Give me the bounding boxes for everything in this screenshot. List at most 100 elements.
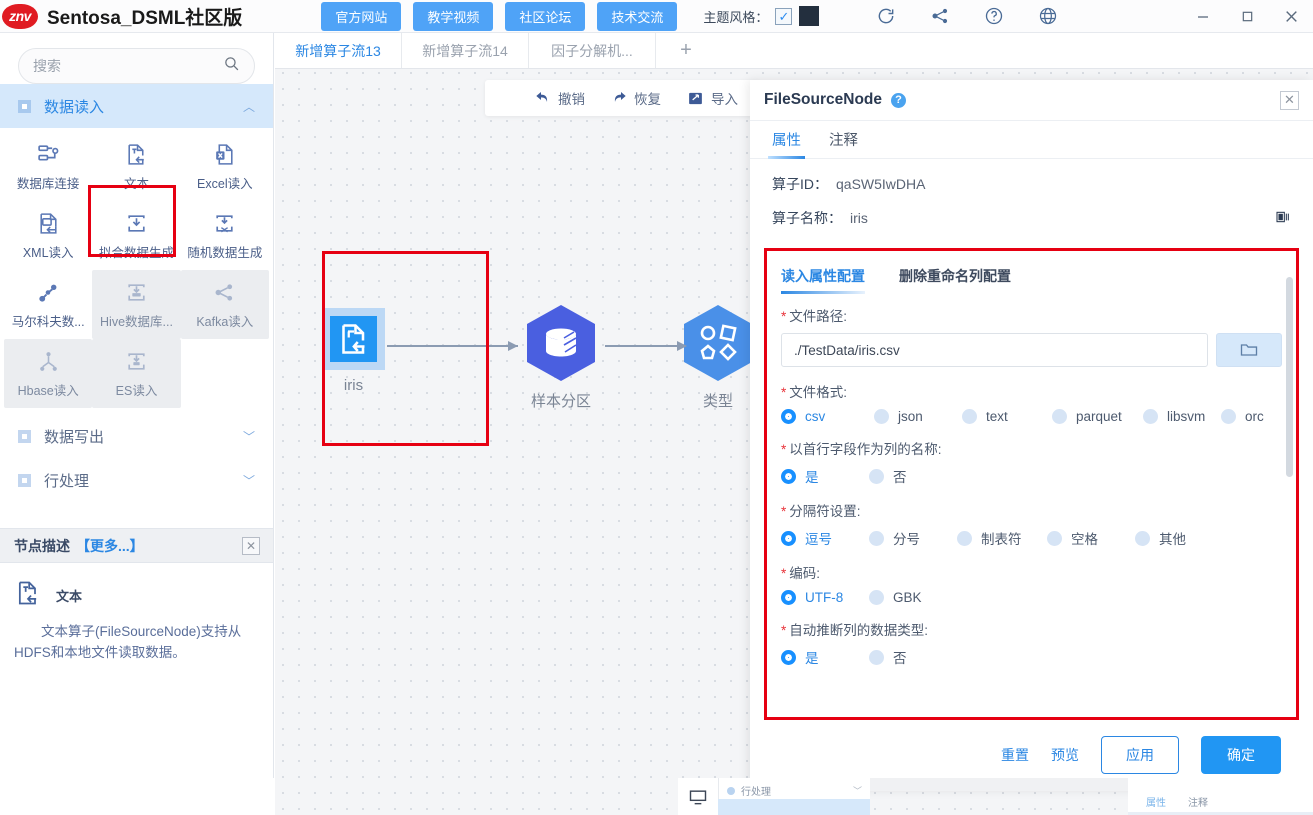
radio-encoding-utf8[interactable]: UTF-8 (781, 590, 869, 605)
operator-name-value: iris (850, 210, 868, 226)
canvas-node-sample-partition[interactable]: 样本分区 (525, 303, 597, 411)
radio-delimiter-tab[interactable]: 制表符 (957, 528, 1047, 548)
radio-format-orc[interactable]: orc (1221, 409, 1264, 424)
reset-button[interactable]: 重置 (1001, 745, 1029, 765)
share-nodes-icon[interactable] (929, 5, 951, 27)
operator-kafka-read[interactable]: Kafka读入 (180, 270, 269, 339)
fit-data-icon (124, 211, 149, 237)
chevron-down-icon[interactable]: ﹀ (853, 784, 862, 797)
radio-infer-yes[interactable]: 是 (781, 647, 869, 667)
tab-flow-14[interactable]: 新增算子流14 (402, 33, 529, 68)
radio-header-no[interactable]: 否 (869, 466, 907, 486)
radio-format-parquet[interactable]: parquet (1052, 409, 1143, 424)
peek-tab-attributes[interactable]: 属性 (1146, 794, 1166, 809)
radio-header-yes[interactable]: 是 (781, 466, 869, 486)
theme-color-swatch[interactable] (799, 6, 820, 26)
undo-button[interactable]: 撤销 (535, 88, 585, 108)
chevron-down-icon[interactable]: ﹀ (243, 428, 255, 445)
confirm-button[interactable]: 确定 (1201, 736, 1281, 774)
copy-icon[interactable] (1275, 209, 1291, 228)
chevron-up-icon[interactable]: ︿ (243, 98, 255, 115)
radio-format-csv[interactable]: csv (781, 409, 874, 424)
globe-icon[interactable] (1037, 5, 1059, 27)
browse-folder-button[interactable] (1216, 333, 1282, 367)
radio-delimiter-semicolon[interactable]: 分号 (869, 528, 957, 548)
operator-database-connect[interactable]: 数据库连接 (4, 132, 92, 201)
community-forum-button[interactable]: 社区论坛 (505, 1, 586, 31)
operator-es-read[interactable]: ES读入 (92, 339, 181, 408)
operator-random-data-gen[interactable]: 随机数据生成 (181, 201, 269, 270)
radio-format-libsvm[interactable]: libsvm (1143, 409, 1221, 424)
field-label: * 文件路径: (781, 305, 1282, 325)
search-icon[interactable] (223, 55, 240, 77)
operator-label: Kafka读入 (196, 314, 254, 329)
radio-infer-no[interactable]: 否 (869, 647, 907, 667)
search-box[interactable] (18, 48, 255, 84)
file-path-input[interactable] (781, 333, 1208, 367)
preview-button[interactable]: 预览 (1051, 745, 1079, 765)
field-label: * 以首行字段作为列的名称: (781, 438, 1282, 458)
canvas-node-iris[interactable]: iris (322, 308, 385, 394)
help-circle-icon[interactable]: ? (891, 92, 906, 108)
radio-delimiter-space[interactable]: 空格 (1047, 528, 1135, 548)
import-button[interactable]: 导入 (687, 88, 738, 108)
node-description-more-link[interactable]: 【更多...】 (76, 536, 144, 556)
operator-hbase-read[interactable]: Hbase读入 (4, 339, 93, 408)
radio-label: text (986, 409, 1008, 424)
background-window-peek: 行处理 ﹀ 属性 注释 (0, 778, 1313, 815)
tab-attributes[interactable]: 属性 (768, 121, 805, 159)
category-square-icon (18, 429, 31, 443)
maximize-icon[interactable] (1225, 0, 1269, 33)
radio-delimiter-comma[interactable]: 逗号 (781, 528, 869, 548)
radio-dot (869, 530, 884, 546)
radio-format-text[interactable]: text (962, 409, 1052, 424)
required-marker: * (781, 623, 787, 638)
official-site-button[interactable]: 官方网站 (321, 1, 402, 31)
node-description-close-icon[interactable]: ✕ (242, 536, 260, 555)
sidebar-category-data-input[interactable]: 数据读入 ︿ (0, 84, 273, 128)
radio-delimiter-other[interactable]: 其他 (1135, 528, 1186, 548)
config-tab-rename-columns[interactable]: 删除重命名列配置 (899, 266, 1011, 286)
random-data-icon (212, 211, 237, 237)
config-tab-read-properties[interactable]: 读入属性配置 (781, 266, 865, 294)
tutorial-video-button[interactable]: 教学视频 (413, 1, 494, 31)
operator-label: 文本 (123, 176, 149, 191)
operator-label: 拟合数据生成 (98, 245, 174, 260)
tab-flow-13[interactable]: 新增算子流13 (275, 33, 402, 68)
operator-hive-db[interactable]: Hive数据库... (92, 270, 181, 339)
peek-dropdown-item[interactable]: 行处理 ﹀ (719, 778, 870, 798)
minimize-icon[interactable] (1181, 0, 1225, 33)
operator-xml-read[interactable]: XML读入 (4, 201, 92, 270)
operator-text[interactable]: 文本 (92, 132, 180, 201)
peek-monitor-icon[interactable] (678, 778, 718, 815)
operator-fit-data-gen[interactable]: 拟合数据生成 (92, 201, 180, 270)
sidebar-category-row-process[interactable]: 行处理 ﹀ (0, 458, 273, 502)
apply-button[interactable]: 应用 (1101, 736, 1179, 774)
close-icon[interactable]: ✕ (1280, 90, 1299, 110)
config-scrollbar[interactable] (1286, 277, 1293, 477)
operator-label: Hive数据库... (100, 314, 173, 329)
add-tab-button[interactable]: + (656, 33, 716, 68)
tab-comments[interactable]: 注释 (829, 121, 858, 159)
redo-button[interactable]: 恢复 (611, 88, 661, 108)
theme-checkbox[interactable]: ✓ (775, 7, 793, 25)
canvas-node-type[interactable]: 类型 (682, 303, 754, 411)
radio-label: orc (1245, 409, 1264, 424)
search-input[interactable] (33, 58, 223, 74)
tech-exchange-button[interactable]: 技术交流 (597, 1, 678, 31)
close-icon[interactable] (1269, 0, 1313, 33)
chevron-down-icon[interactable]: ﹀ (243, 472, 255, 489)
node-label: 样本分区 (530, 393, 591, 410)
radio-format-json[interactable]: json (874, 409, 962, 424)
tab-factorization-machine[interactable]: 因子分解机... (529, 33, 656, 68)
sidebar-category-data-output[interactable]: 数据写出 ﹀ (0, 414, 273, 458)
help-circle-icon[interactable] (983, 5, 1005, 27)
peek-tab-comments[interactable]: 注释 (1188, 794, 1208, 809)
operator-excel-read[interactable]: Excel读入 (181, 132, 269, 201)
field-delimiter: * 分隔符设置: 逗号 分号 制表符 空格 其他 (781, 500, 1282, 548)
node-description-title: 节点描述 (14, 537, 70, 554)
refresh-icon[interactable] (875, 5, 897, 27)
operator-markov-data[interactable]: 马尔科夫数... (4, 270, 92, 339)
radio-dot (781, 468, 796, 484)
radio-encoding-gbk[interactable]: GBK (869, 590, 922, 605)
